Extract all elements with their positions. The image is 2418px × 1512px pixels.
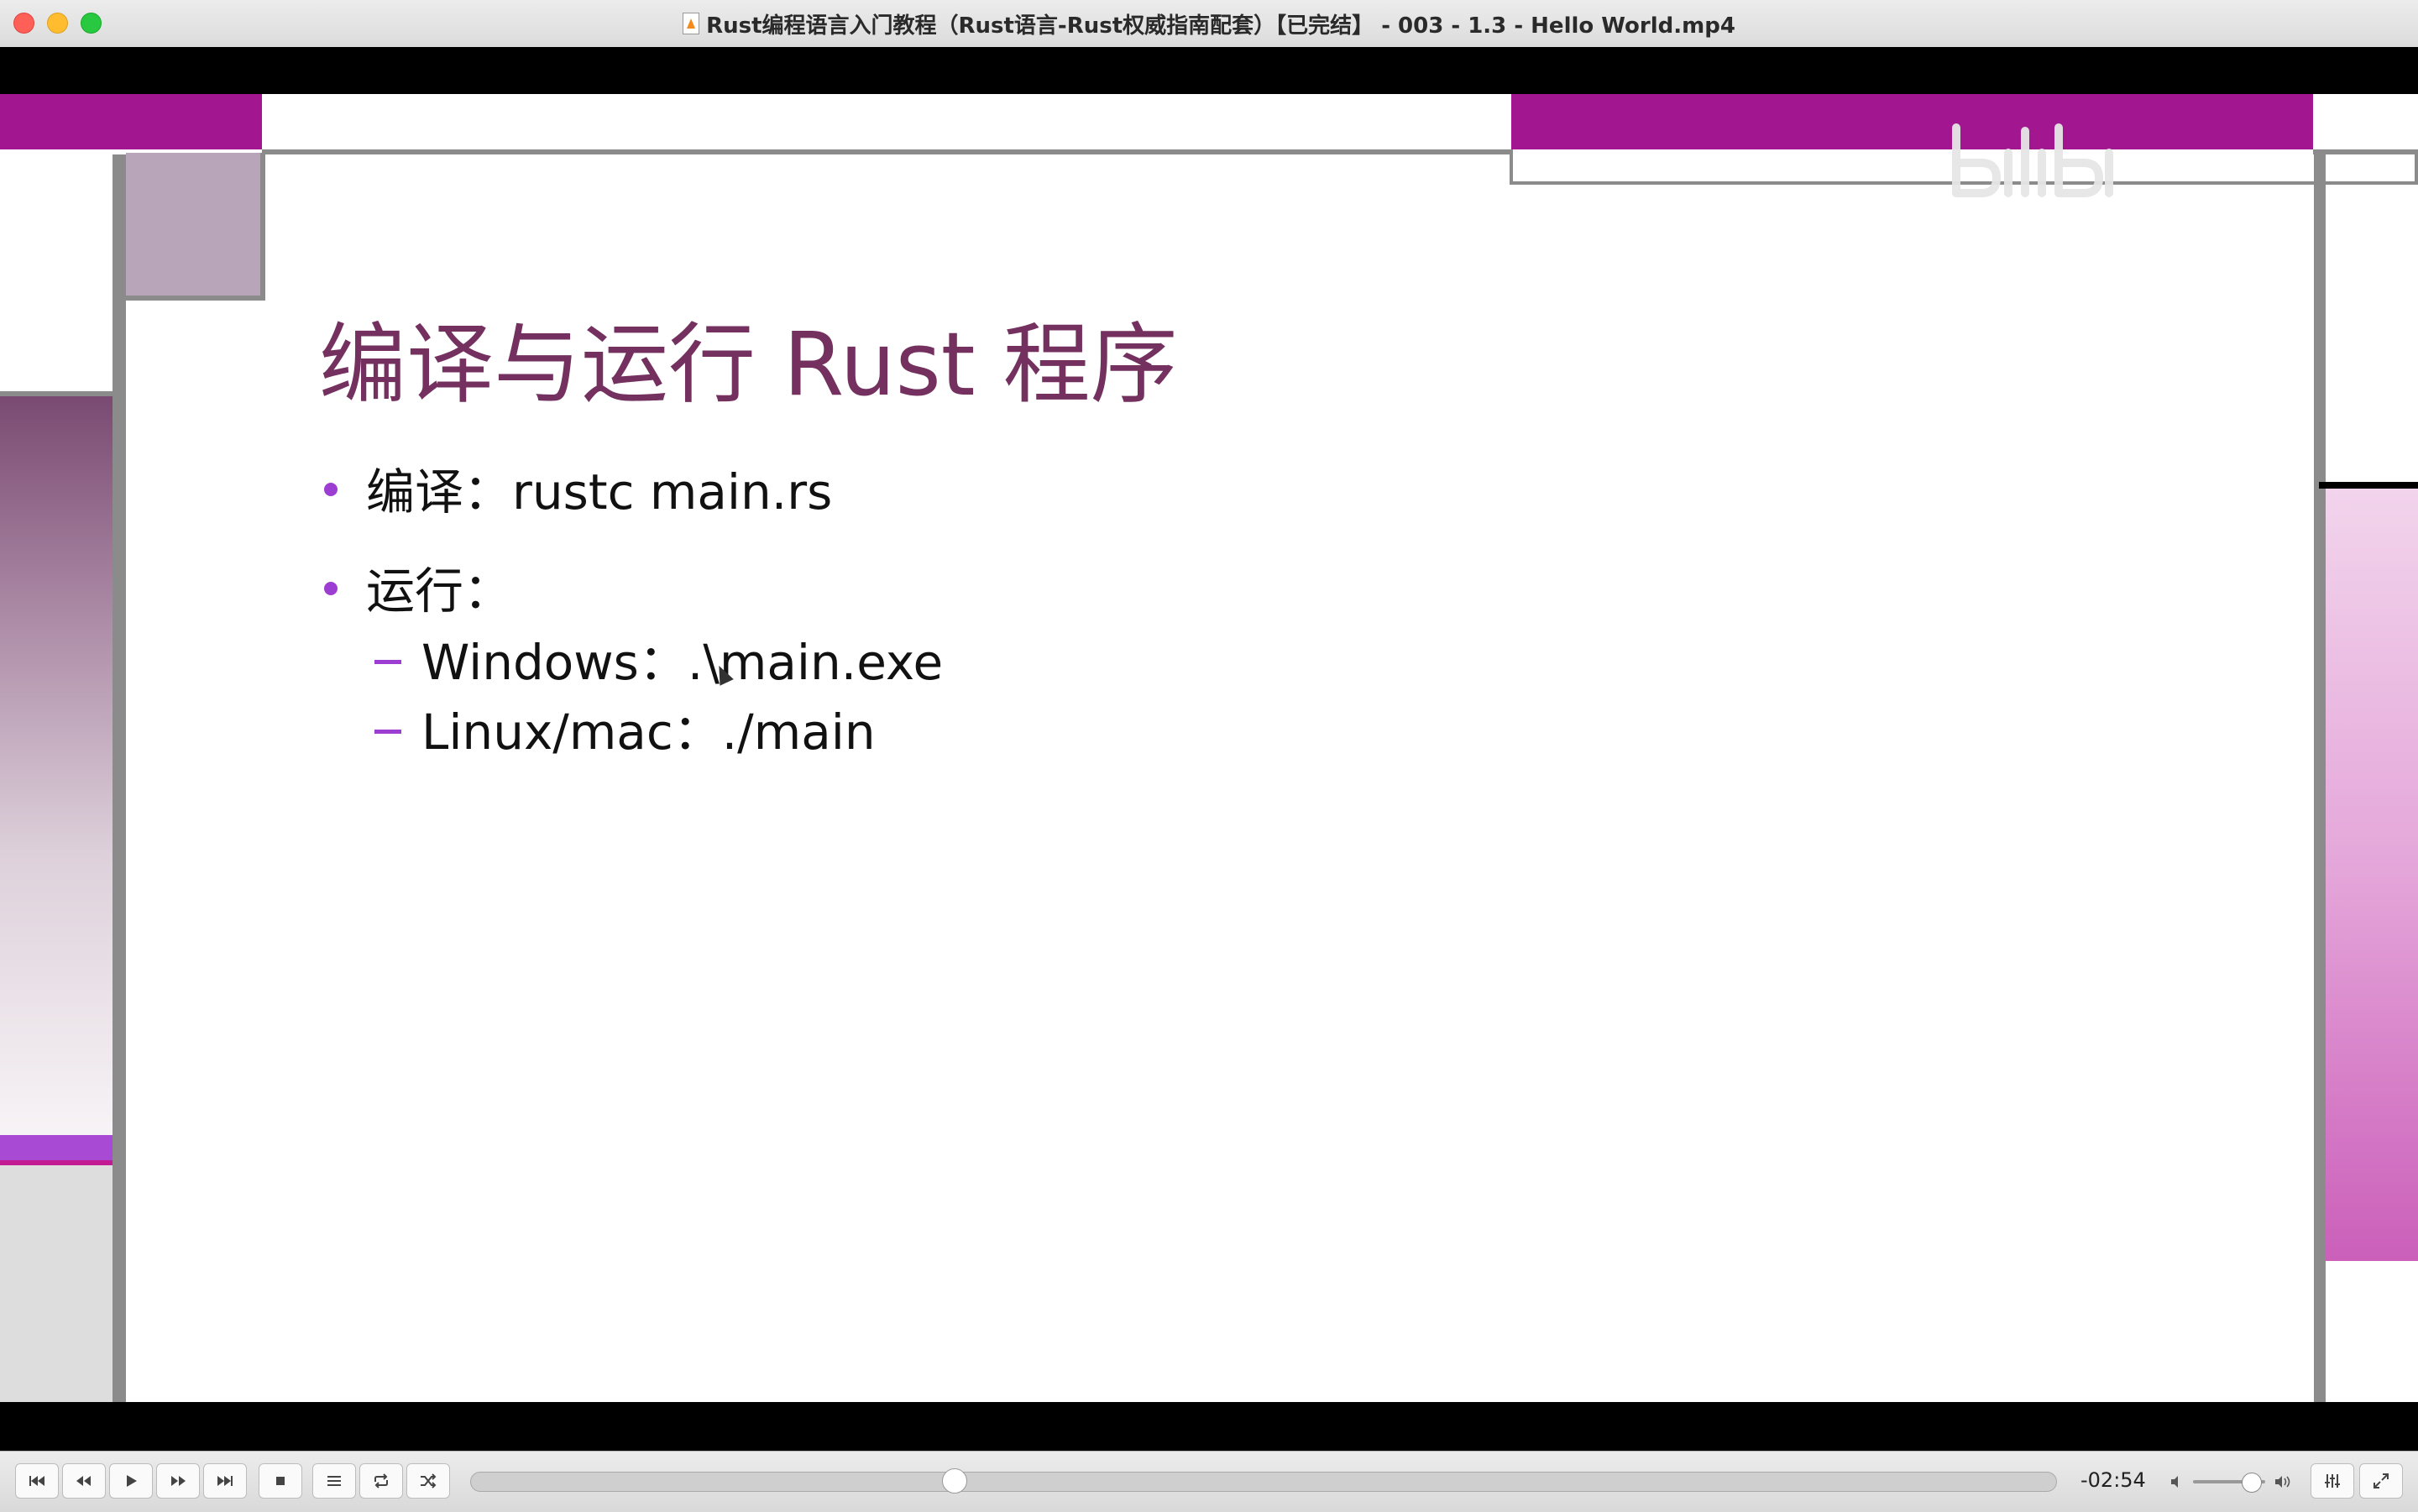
window-title-bar: Rust编程语言入门教程（Rust语言-Rust权威指南配套）【已完结】 - 0… bbox=[0, 0, 2418, 48]
stop-button[interactable] bbox=[259, 1463, 302, 1499]
bullet-dot-icon bbox=[324, 582, 338, 595]
fullscreen-button[interactable] bbox=[2359, 1463, 2403, 1499]
window-title-text: Rust编程语言入门教程（Rust语言-Rust权威指南配套）【已完结】 - 0… bbox=[706, 13, 1735, 39]
volume-slider[interactable] bbox=[2193, 1473, 2265, 1493]
video-letterbox-top bbox=[0, 47, 2418, 94]
slide-mauve-square bbox=[126, 153, 265, 301]
equalizer-icon bbox=[2325, 1474, 2340, 1488]
vlc-document-icon bbox=[683, 13, 700, 34]
sub-bullet-linux-mac-text: Linux/mac：./main bbox=[421, 704, 876, 761]
playback-progress-bar[interactable] bbox=[470, 1468, 2057, 1494]
slide-right-divider bbox=[2314, 154, 2326, 1402]
player-control-bar: -02:54 bbox=[0, 1451, 2418, 1512]
rewind-button[interactable] bbox=[62, 1463, 106, 1499]
volume-control bbox=[2169, 1465, 2294, 1499]
video-letterbox-bottom bbox=[0, 1402, 2418, 1451]
bullet-run: 运行： bbox=[324, 567, 512, 615]
stop-icon bbox=[276, 1477, 285, 1485]
play-icon bbox=[127, 1475, 137, 1487]
slide-left-purple-block bbox=[0, 1135, 113, 1160]
bilibili-watermark bbox=[1931, 123, 2116, 212]
skip-to-end-icon bbox=[217, 1476, 233, 1486]
slide-left-divider bbox=[113, 154, 126, 1402]
progress-knob[interactable] bbox=[941, 1468, 967, 1494]
slide-left-white-block bbox=[0, 154, 113, 396]
loop-icon bbox=[374, 1473, 388, 1488]
bullet-compile-text: 编译：rustc main.rs bbox=[366, 463, 833, 521]
bullet-run-text: 运行： bbox=[366, 562, 513, 620]
sub-bullet-windows: Windows：.\main.exe bbox=[374, 638, 943, 687]
loop-button[interactable] bbox=[359, 1463, 403, 1499]
playlist-icon bbox=[327, 1476, 341, 1486]
bilibili-logo bbox=[1948, 119, 2116, 220]
shuffle-icon bbox=[421, 1473, 437, 1488]
playlist-button[interactable] bbox=[312, 1463, 356, 1499]
fast-forward-button[interactable] bbox=[156, 1463, 200, 1499]
equalizer-button[interactable] bbox=[2311, 1463, 2354, 1499]
fast-forward-icon bbox=[171, 1476, 186, 1486]
volume-knob[interactable] bbox=[2241, 1473, 2262, 1493]
slide-left-gray-block bbox=[0, 1165, 113, 1402]
slide-right-gradient-block bbox=[2326, 489, 2418, 1261]
slide-magenta-bar-left bbox=[0, 94, 262, 149]
slide-right-black-line bbox=[2319, 482, 2418, 489]
play-button[interactable] bbox=[109, 1463, 153, 1499]
skip-to-start-button[interactable] bbox=[15, 1463, 59, 1499]
bilibili-logo-icon bbox=[1952, 123, 2113, 197]
slide-gray-rule bbox=[262, 149, 1511, 154]
slide-title: 编译与运行 Rust 程序 bbox=[319, 313, 1178, 416]
time-remaining[interactable]: -02:54 bbox=[2080, 1468, 2146, 1492]
rewind-icon bbox=[76, 1476, 91, 1486]
fullscreen-icon bbox=[2374, 1473, 2389, 1488]
skip-to-end-button[interactable] bbox=[203, 1463, 247, 1499]
sub-bullet-windows-text: Windows：.\main.exe bbox=[421, 634, 944, 691]
bullet-dash-icon bbox=[374, 730, 401, 734]
window-title: Rust编程语言入门教程（Rust语言-Rust权威指南配套）【已完结】 - 0… bbox=[0, 0, 2418, 47]
bullet-dash-icon bbox=[374, 660, 401, 664]
shuffle-button[interactable] bbox=[406, 1463, 450, 1499]
skip-to-start-icon bbox=[29, 1476, 44, 1486]
video-frame[interactable]: 编译与运行 Rust 程序 编译：rustc main.rs 运行： Windo… bbox=[0, 94, 2418, 1402]
volume-low-icon[interactable] bbox=[2169, 1474, 2185, 1489]
slide-left-gradient-block bbox=[0, 396, 113, 1227]
slide-magenta-bar-right bbox=[1511, 94, 2313, 149]
volume-high-icon[interactable] bbox=[2274, 1474, 2294, 1489]
sub-bullet-linux-mac: Linux/mac：./main bbox=[374, 708, 876, 756]
bullet-compile: 编译：rustc main.rs bbox=[324, 468, 832, 516]
bullet-dot-icon bbox=[324, 483, 338, 496]
